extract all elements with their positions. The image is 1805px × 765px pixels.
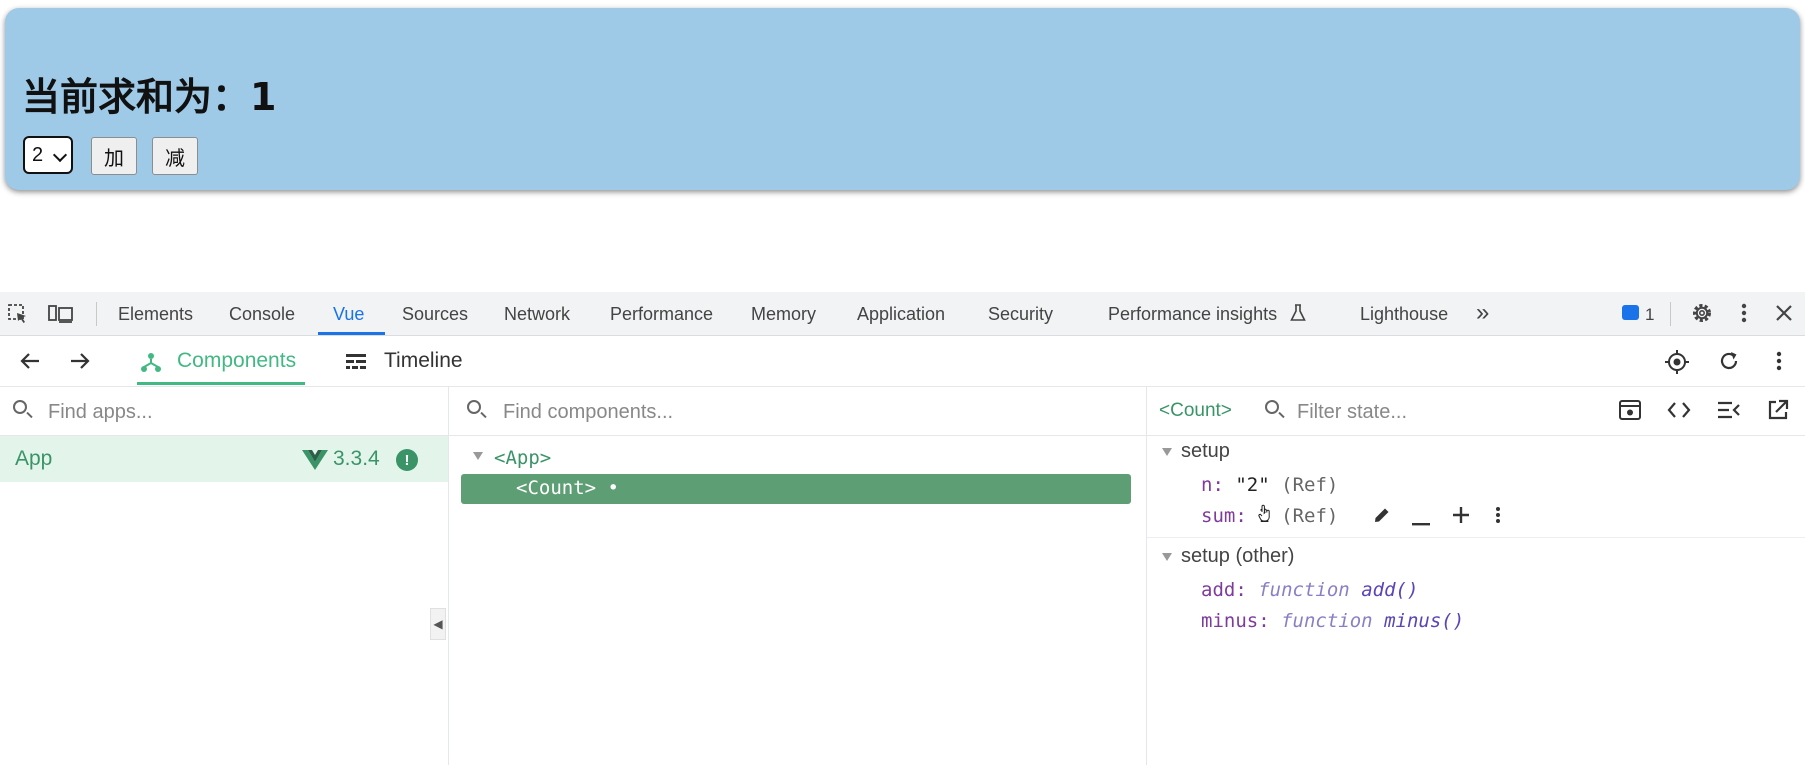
components-tab-indicator (137, 382, 305, 385)
edit-pencil-icon[interactable] (1372, 505, 1392, 530)
chevron-down-icon (52, 147, 68, 163)
find-components-input[interactable] (501, 397, 1105, 427)
tab-timeline[interactable]: Timeline (384, 349, 463, 373)
settings-gear-icon[interactable] (1690, 301, 1714, 330)
toolbar-divider (1670, 302, 1671, 326)
sum-heading: 当前求和为：1 (22, 75, 277, 119)
close-icon[interactable] (1775, 304, 1793, 327)
vue-version: 3.3.4 (333, 447, 380, 470)
section-setup-other-title[interactable]: setup (other) (1181, 545, 1294, 568)
section-collapse-arrow-icon[interactable] (1162, 448, 1172, 456)
tab-memory[interactable]: Memory (751, 304, 816, 325)
warning-badge-icon[interactable]: ! (396, 449, 418, 471)
apps-pane: App 3.3.4 ! (0, 387, 449, 765)
decrement-icon[interactable] (1412, 514, 1430, 532)
section-setup-title[interactable]: setup (1181, 440, 1230, 463)
components-search-bar (449, 387, 1146, 436)
pane-collapse-handle[interactable]: ◀ (430, 608, 446, 640)
tab-elements[interactable]: Elements (118, 304, 193, 325)
issues-icon[interactable] (1622, 305, 1639, 320)
filter-state-input[interactable] (1295, 397, 1559, 427)
search-icon (13, 400, 27, 414)
vue-more-options-icon[interactable] (1775, 350, 1783, 377)
state-prop-minus: minus: function minus() (1201, 610, 1465, 632)
tab-performance-insights[interactable]: Performance insights (1108, 304, 1277, 325)
forward-arrow-icon[interactable] (69, 351, 91, 376)
collapse-arrow-icon[interactable] (473, 452, 483, 460)
state-inspector-pane: <Count> setup n: "2" (Ref) sum: 1 (Ref) (1147, 387, 1805, 765)
inspect-dom-icon[interactable] (1717, 401, 1741, 424)
inspect-element-icon[interactable] (7, 303, 29, 330)
tree-node-app[interactable]: <App> (494, 447, 551, 469)
devtools-panel: Elements Console Vue Sources Network Per… (0, 292, 1805, 765)
select-component-target-icon[interactable] (1664, 349, 1690, 380)
step-select-value: 2 (32, 143, 44, 166)
tab-components[interactable]: Components (177, 349, 296, 373)
scroll-to-component-icon[interactable] (1619, 400, 1641, 425)
device-toolbar-icon[interactable] (48, 303, 74, 330)
flask-icon (1290, 304, 1306, 327)
issues-count[interactable]: 1 (1645, 305, 1654, 325)
open-in-editor-icon[interactable] (1767, 399, 1789, 426)
apps-search-bar (0, 387, 448, 436)
timeline-icon (345, 353, 367, 376)
vue-devtools-toolbar: Components Timeline (0, 336, 1805, 387)
vue-logo-icon (302, 450, 328, 475)
search-icon (1265, 400, 1279, 414)
tab-security[interactable]: Security (988, 304, 1053, 325)
value-more-icon[interactable] (1495, 505, 1501, 530)
app-name: App (15, 447, 53, 470)
tab-vue[interactable]: Vue (333, 304, 364, 325)
tree-node-count-selected[interactable]: <Count> • (461, 474, 1131, 504)
state-prop-add: add: function add() (1201, 579, 1419, 601)
tab-network[interactable]: Network (504, 304, 570, 325)
components-tree-icon (140, 351, 162, 378)
tree-node-count-label: <Count> • (516, 477, 619, 499)
show-source-code-icon[interactable] (1667, 401, 1691, 424)
find-apps-input[interactable] (46, 397, 430, 427)
tab-console[interactable]: Console (229, 304, 295, 325)
more-options-icon[interactable] (1740, 302, 1748, 329)
more-tabs-button[interactable]: » (1476, 299, 1489, 327)
section-collapse-arrow-icon[interactable] (1162, 553, 1172, 561)
minus-button[interactable]: 减 (152, 137, 198, 175)
active-tab-indicator (318, 332, 385, 335)
tab-application[interactable]: Application (857, 304, 945, 325)
sum-value: 1 (250, 75, 277, 119)
hand-cursor-icon (1258, 504, 1270, 522)
toolbar-divider (96, 302, 97, 326)
devtools-tab-bar: Elements Console Vue Sources Network Per… (0, 292, 1805, 336)
state-prop-n: n: "2" (Ref) (1201, 474, 1339, 496)
count-component-card: 当前求和为：1 (5, 8, 1800, 190)
tab-lighthouse[interactable]: Lighthouse (1360, 304, 1448, 325)
app-list-item[interactable]: App 3.3.4 ! (0, 436, 448, 482)
refresh-icon[interactable] (1718, 350, 1740, 377)
section-divider (1147, 537, 1805, 538)
tab-sources[interactable]: Sources (402, 304, 468, 325)
component-tree-pane: <App> <Count> • (449, 387, 1147, 765)
back-arrow-icon[interactable] (19, 351, 41, 376)
increment-icon[interactable] (1452, 506, 1470, 529)
search-icon (467, 400, 481, 414)
state-filter-bar: <Count> (1147, 387, 1805, 436)
add-button[interactable]: 加 (91, 137, 137, 175)
tab-performance[interactable]: Performance (610, 304, 713, 325)
step-select[interactable]: 2 (23, 136, 73, 174)
selected-component-name: <Count> (1159, 400, 1232, 421)
